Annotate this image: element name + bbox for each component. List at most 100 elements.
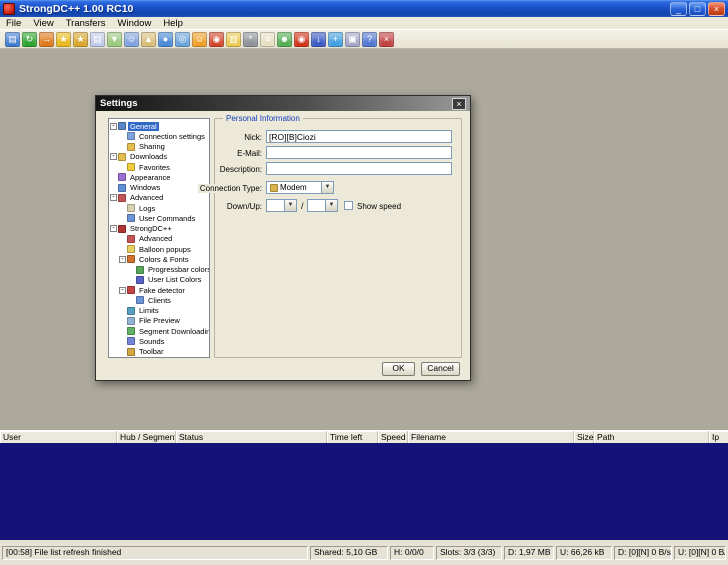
- tree-item-progressbar-colors[interactable]: Progressbar colors: [128, 265, 209, 275]
- adl-search-icon[interactable]: ◎: [175, 31, 190, 47]
- settings-dialog: Settings × - General Connection settings: [95, 95, 471, 381]
- public-hubs-icon[interactable]: ▤: [5, 31, 20, 47]
- up-speed-select[interactable]: ▼: [307, 199, 338, 212]
- tree-item-toolbar[interactable]: Toolbar: [119, 347, 208, 357]
- finished-uploads-icon[interactable]: ▲: [141, 31, 156, 47]
- status-slots: Slots: 3/3 (3/3): [436, 546, 502, 560]
- menu-file[interactable]: File: [0, 17, 27, 29]
- away-icon[interactable]: ☻: [277, 31, 292, 47]
- status-hubs: H: 0/0/0: [390, 546, 434, 560]
- shutdown-icon[interactable]: ◉: [294, 31, 309, 47]
- status-bar: [00:58] File list refresh finished Share…: [0, 546, 728, 560]
- expander-icon[interactable]: -: [110, 225, 117, 233]
- limiter-icon[interactable]: ↓: [311, 31, 326, 47]
- transfers-header: User Hub / Segments Status Time left Spe…: [0, 430, 728, 443]
- settings-dialog-title-bar: Settings ×: [96, 96, 470, 111]
- description-field[interactable]: [266, 162, 452, 175]
- queue-icon[interactable]: ▤: [90, 31, 105, 47]
- help-icon[interactable]: ?: [362, 31, 377, 47]
- column-filename[interactable]: Filename: [408, 431, 574, 443]
- search-icon[interactable]: ●: [158, 31, 173, 47]
- group-title: Personal Information: [223, 114, 303, 123]
- connection-type-label: Connection Type:: [197, 184, 262, 193]
- description-label: Description:: [217, 165, 262, 174]
- user-list-colors-icon: [136, 275, 144, 284]
- status-uploaded: U: 66,26 kB: [556, 546, 612, 560]
- menu-bar: File View Transfers Window Help: [0, 17, 728, 30]
- column-speed[interactable]: Speed: [378, 431, 408, 443]
- menu-help[interactable]: Help: [157, 17, 189, 29]
- menu-transfers[interactable]: Transfers: [60, 17, 112, 29]
- email-label: E-Mail:: [235, 149, 262, 158]
- exit-icon[interactable]: ×: [379, 31, 394, 47]
- column-path[interactable]: Path: [594, 431, 709, 443]
- nick-field[interactable]: [266, 130, 452, 143]
- favorite-users-icon[interactable]: ★: [73, 31, 88, 47]
- column-time-left[interactable]: Time left: [327, 431, 378, 443]
- follow-redirect-icon[interactable]: →: [39, 31, 54, 47]
- chevron-down-icon[interactable]: ▼: [325, 200, 337, 211]
- show-speed-label: Show speed: [357, 202, 402, 211]
- window-bottom-edge: [0, 560, 728, 565]
- segment-downloading-icon: [127, 327, 135, 336]
- tree-item-strongdc[interactable]: - StrongDC++: [110, 224, 208, 234]
- tree-item-fake-detector[interactable]: - Fake detector: [119, 285, 208, 295]
- open-filelist-icon[interactable]: ▥: [226, 31, 241, 47]
- column-status[interactable]: Status: [176, 431, 327, 443]
- expander-icon[interactable]: -: [110, 122, 117, 130]
- connection-type-select[interactable]: Modem ▼: [266, 181, 334, 194]
- finished-downloads-icon[interactable]: ▼: [107, 31, 122, 47]
- close-button[interactable]: ×: [708, 1, 725, 16]
- menu-window[interactable]: Window: [112, 17, 158, 29]
- recents-icon[interactable]: ▣: [345, 31, 360, 47]
- ok-button[interactable]: OK: [382, 362, 415, 376]
- expander-icon[interactable]: -: [119, 255, 126, 263]
- maximize-button[interactable]: □: [689, 1, 706, 16]
- tree-item-user-list-colors[interactable]: User List Colors: [128, 275, 208, 285]
- minimize-button[interactable]: _: [670, 1, 687, 16]
- tree-item-clients[interactable]: Clients: [128, 295, 208, 305]
- tree-item-balloon-popups[interactable]: Balloon popups: [119, 244, 208, 254]
- favorite-hubs-icon[interactable]: ★: [56, 31, 71, 47]
- waiting-users-icon[interactable]: ☺: [124, 31, 139, 47]
- status-shared: Shared: 5,10 GB: [310, 546, 388, 560]
- nick-label: Nick:: [242, 133, 262, 142]
- colors-fonts-icon: [127, 255, 135, 264]
- limits-icon: [127, 306, 135, 315]
- advanced-icon: [127, 234, 135, 243]
- network-stats-icon[interactable]: ◉: [209, 31, 224, 47]
- tree-item-limits[interactable]: Limits: [119, 306, 208, 316]
- transfers-list[interactable]: [0, 443, 728, 540]
- tree-item-segment-downloading[interactable]: Segment Downloading: [119, 326, 209, 336]
- menu-view[interactable]: View: [27, 17, 59, 29]
- column-ip[interactable]: Ip: [709, 431, 728, 443]
- tree-item-file-preview[interactable]: File Preview: [119, 316, 208, 326]
- down-speed-select[interactable]: ▼: [266, 199, 297, 212]
- sounds-icon: [127, 337, 135, 346]
- status-download-speed: D: [0][N] 0 B/s: [614, 546, 672, 560]
- status-upload-speed: U: [0][N] 0 B/s: [674, 546, 726, 560]
- expander-icon[interactable]: -: [119, 286, 126, 294]
- column-size[interactable]: Size: [574, 431, 594, 443]
- column-user[interactable]: User: [0, 431, 117, 443]
- quick-connect-icon[interactable]: +: [328, 31, 343, 47]
- column-hub-segments[interactable]: Hub / Segments: [117, 431, 176, 443]
- cancel-button[interactable]: Cancel: [421, 362, 460, 376]
- show-speed-checkbox[interactable]: [344, 201, 353, 210]
- tree-item-user-commands[interactable]: User Commands: [119, 213, 208, 223]
- strongdc-icon: [118, 224, 126, 233]
- notepad-icon[interactable]: ≡: [260, 31, 275, 47]
- chevron-down-icon[interactable]: ▼: [321, 182, 333, 193]
- reconnect-icon[interactable]: ↻: [22, 31, 37, 47]
- tree-item-strongdc-advanced[interactable]: Advanced: [119, 234, 208, 244]
- tree-item-sounds[interactable]: Sounds: [119, 336, 208, 346]
- modem-icon: [270, 183, 278, 192]
- settings-close-icon[interactable]: ×: [452, 97, 466, 110]
- search-spy-icon[interactable]: ☺: [192, 31, 207, 47]
- email-field[interactable]: [266, 146, 452, 159]
- settings-icon[interactable]: *: [243, 31, 258, 47]
- tree-item-colors-fonts[interactable]: - Colors & Fonts: [119, 254, 208, 264]
- status-downloaded: D: 1,97 MB: [504, 546, 554, 560]
- progressbar-colors-icon: [136, 265, 144, 274]
- chevron-down-icon[interactable]: ▼: [284, 200, 296, 211]
